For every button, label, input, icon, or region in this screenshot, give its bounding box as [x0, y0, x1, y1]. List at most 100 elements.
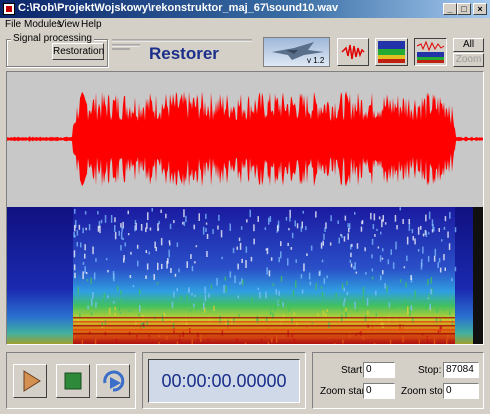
- spectrogram-speck: [354, 212, 356, 215]
- spectrogram-speck: [296, 223, 299, 229]
- spectrogram-speck: [249, 209, 251, 218]
- spectrogram-speck: [129, 275, 132, 279]
- all-button[interactable]: All: [453, 38, 484, 52]
- spectrogram-speck: [118, 230, 120, 236]
- spectrogram-speck: [406, 236, 409, 245]
- menu-view[interactable]: View: [58, 19, 80, 30]
- spectrogram-speck: [179, 335, 181, 344]
- spectrogram-speck: [257, 287, 259, 291]
- spectrogram-speck: [366, 298, 369, 306]
- spectrogram-speck: [127, 233, 130, 236]
- spectrogram-speck: [114, 307, 116, 311]
- spectrogram-speck: [95, 258, 97, 262]
- spectrogram-speck: [76, 230, 79, 236]
- spectrogram-speck: [236, 246, 238, 250]
- spectrogram-speck: [294, 220, 296, 227]
- version-label: v 1.2: [307, 56, 325, 65]
- spectrogram-speck: [343, 301, 345, 307]
- spectrogram-speck: [371, 254, 373, 259]
- spectrogram-speck: [351, 243, 353, 247]
- spectrogram-speck: [95, 302, 97, 308]
- spectrogram-speck: [275, 289, 277, 295]
- start-field[interactable]: 0: [363, 362, 395, 378]
- spectrogram-speck: [345, 307, 347, 312]
- spectrogram-speck: [92, 246, 94, 255]
- spectrogram-speck: [84, 253, 86, 259]
- spectrogram-speck: [278, 300, 280, 305]
- spectrogram-speck: [119, 311, 122, 314]
- title-bar[interactable]: C:\Rob\ProjektWojskowy\rekonstruktor_maj…: [0, 0, 490, 18]
- waveform-view-button[interactable]: [337, 38, 369, 66]
- spectrogram-speck: [449, 311, 451, 316]
- app-name: Restorer: [149, 44, 219, 63]
- minimize-icon[interactable]: _: [443, 3, 457, 15]
- spectrogram-speck: [381, 219, 383, 228]
- spectrogram-speck: [205, 213, 207, 219]
- signal-display[interactable]: [6, 71, 484, 351]
- spectrogram-speck: [449, 212, 451, 219]
- menu-file[interactable]: File: [5, 19, 21, 30]
- spectrogram-speck: [417, 227, 420, 235]
- spectrogram-speck: [356, 308, 359, 312]
- zoom-stop-field[interactable]: 0: [443, 383, 479, 399]
- spectrogram-speck: [191, 265, 194, 272]
- spectrogram-speck: [193, 224, 195, 230]
- spectrogram-speck: [146, 263, 149, 270]
- loop-button[interactable]: [96, 364, 130, 398]
- spectrogram-speck: [418, 339, 421, 344]
- spectrogram-speck: [443, 226, 446, 230]
- spectrogram-speck: [237, 263, 239, 270]
- spectrogram-speck: [269, 216, 272, 222]
- stop-field[interactable]: 87084: [443, 362, 479, 378]
- spectrogram-speck: [402, 336, 404, 343]
- spectrogram-speck: [80, 242, 82, 248]
- signal-canvas[interactable]: [7, 72, 483, 351]
- spectrogram-speck: [84, 211, 87, 215]
- window-title: C:\Rob\ProjektWojskowy\rekonstruktor_maj…: [18, 2, 339, 14]
- spectrogram-speck: [361, 221, 363, 225]
- spectrogram-speck: [392, 306, 395, 309]
- zoom-start-field[interactable]: 0: [363, 383, 395, 399]
- spectrogram-speck: [342, 339, 344, 344]
- spectrogram-speck: [138, 313, 140, 316]
- play-button[interactable]: [13, 364, 47, 398]
- spectrogram-speck: [114, 312, 116, 316]
- spectrogram-view-button[interactable]: [375, 38, 408, 66]
- spectrogram-speck: [427, 255, 430, 262]
- spectrogram-speck: [430, 289, 432, 295]
- spectrogram-speck: [174, 273, 177, 277]
- spectrogram-speck: [223, 285, 225, 293]
- spectrogram-speck: [216, 278, 218, 286]
- zoom-button[interactable]: Zoom: [453, 53, 484, 67]
- menu-modules[interactable]: Modules: [24, 19, 62, 30]
- spectrogram-speck: [198, 303, 201, 310]
- menu-help[interactable]: Help: [81, 19, 102, 30]
- spectrogram-speck: [370, 212, 372, 220]
- stop-button[interactable]: [56, 364, 90, 398]
- maximize-icon[interactable]: □: [457, 3, 471, 15]
- spectrogram-speck: [191, 293, 193, 296]
- close-icon[interactable]: ×: [473, 3, 487, 15]
- spectrogram-speck: [321, 291, 324, 298]
- spectrogram-speck: [121, 226, 123, 232]
- spectrogram-speck: [73, 250, 76, 258]
- spectrogram-speck: [116, 286, 119, 291]
- spectrogram-band: [73, 317, 455, 319]
- spectrogram-speck: [443, 308, 446, 311]
- spectrogram-speck: [382, 215, 384, 222]
- spectrogram-speck: [414, 290, 417, 299]
- spectrogram-speck: [93, 272, 96, 280]
- spectrogram-speck: [428, 211, 431, 220]
- spectrogram-speck: [136, 244, 139, 249]
- spectrogram-speck: [381, 257, 384, 260]
- spectrogram-speck: [91, 298, 93, 307]
- restoration-button[interactable]: Restoration: [52, 43, 104, 60]
- spectrogram-speck: [112, 271, 115, 279]
- spectrogram-speck: [356, 243, 359, 249]
- combined-view-button[interactable]: [414, 38, 447, 66]
- spectrogram-speck: [102, 298, 104, 303]
- spectrogram-speck: [280, 276, 283, 282]
- spectrogram-speck: [427, 279, 429, 286]
- spectrogram-speck: [376, 228, 378, 231]
- spectrogram-speck: [433, 255, 436, 262]
